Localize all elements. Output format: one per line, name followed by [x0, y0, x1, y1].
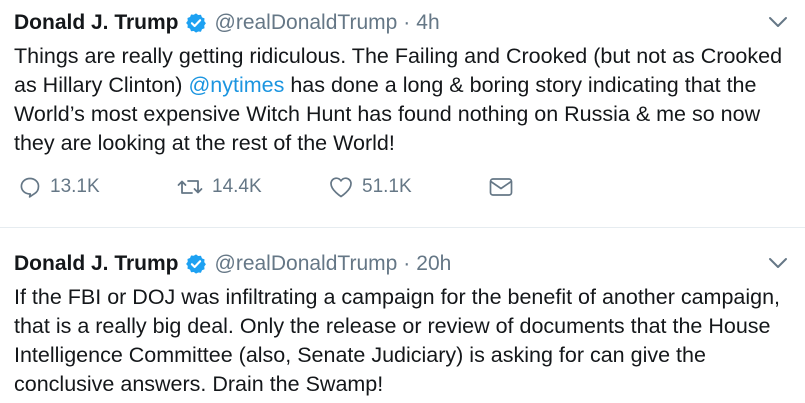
retweet-button[interactable]: 14.4K: [176, 175, 328, 199]
author-handle[interactable]: @realDonaldTrump: [215, 252, 398, 276]
retweet-count: 14.4K: [212, 176, 262, 197]
verified-badge-icon: [185, 253, 207, 275]
tweet-text: If the FBI or DOJ was infiltrating a cam…: [14, 285, 781, 396]
direct-message-button[interactable]: [488, 176, 514, 198]
heart-icon: [328, 175, 354, 199]
author-name[interactable]: Donald J. Trump: [14, 252, 179, 276]
reply-icon: [18, 175, 42, 199]
envelope-icon: [488, 176, 514, 198]
chevron-down-icon[interactable]: [765, 253, 791, 273]
like-button[interactable]: 51.1K: [328, 175, 488, 199]
tweet-text: Things are really getting ridiculous. Th…: [14, 42, 794, 158]
tweet[interactable]: Donald J. Trump @realDonaldTrump · 20h I…: [0, 227, 805, 403]
like-count: 51.1K: [362, 176, 412, 197]
retweet-icon: [176, 175, 204, 199]
tweet-header: Donald J. Trump @realDonaldTrump · 4h: [14, 8, 791, 38]
tweet-timestamp[interactable]: 20h: [416, 252, 451, 276]
reply-count: 13.1K: [50, 176, 100, 197]
tweet-header: Donald J. Trump @realDonaldTrump · 20h: [14, 249, 791, 279]
mention-link[interactable]: @nytimes: [188, 73, 284, 97]
reply-button[interactable]: 13.1K: [18, 175, 176, 199]
author-name[interactable]: Donald J. Trump: [14, 11, 179, 35]
tweet[interactable]: Donald J. Trump @realDonaldTrump · 4h Th…: [0, 0, 805, 227]
chevron-down-icon[interactable]: [765, 12, 791, 32]
separator-dot: ·: [403, 252, 411, 275]
tweet-actions: 13.1K 14.4K 51.1K: [14, 174, 791, 200]
tweet-timestamp[interactable]: 4h: [416, 11, 439, 35]
author-handle[interactable]: @realDonaldTrump: [215, 11, 398, 35]
verified-badge-icon: [185, 12, 207, 34]
separator-dot: ·: [403, 11, 411, 34]
